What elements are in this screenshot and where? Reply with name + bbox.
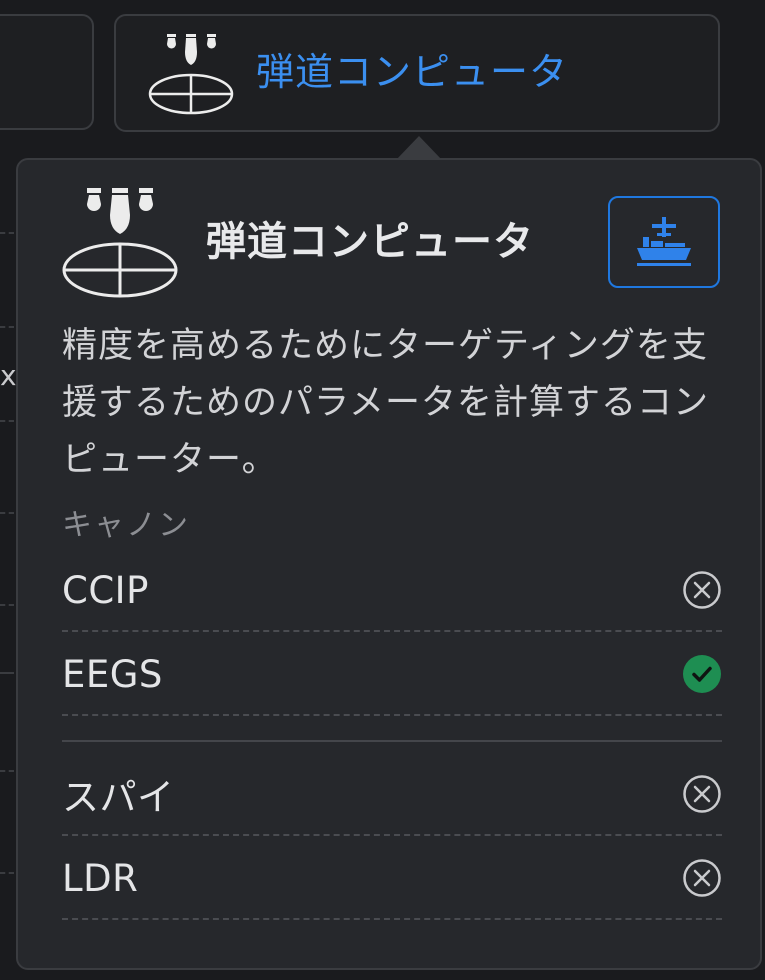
popover-title: 弾道コンピュータ <box>206 219 534 265</box>
item-name: スパイ <box>62 776 175 819</box>
item-divider <box>62 918 722 920</box>
popover-description: 精度を高めるためにターゲティングを支援するためのパラメータを計算するコンピュータ… <box>62 326 709 480</box>
module-popover: 弾道コンピュータ 精度を高めるためにターゲティングを支援するためのパラメータを計… <box>16 158 762 970</box>
ballistic-computer-icon <box>62 188 178 298</box>
popover-arrow <box>396 136 442 160</box>
list-item-spy: スパイ <box>62 752 722 836</box>
group-divider <box>62 740 722 742</box>
item-name: CCIP <box>62 568 149 612</box>
aircraft-carrier-icon <box>637 217 691 266</box>
previous-item-card[interactable] <box>0 14 94 130</box>
section-label: キャノン <box>62 508 190 543</box>
background-divider <box>0 770 14 772</box>
unavailable-icon <box>683 859 721 897</box>
vehicle-type-button[interactable] <box>608 196 720 288</box>
card-title: 弾道コンピュータ <box>256 50 569 94</box>
item-name: EEGS <box>62 652 163 696</box>
item-name: LDR <box>62 856 139 900</box>
list-item-ccip: CCIP <box>62 548 722 632</box>
list-item-eegs: EEGS <box>62 632 722 716</box>
item-divider <box>62 714 722 716</box>
unavailable-icon <box>683 571 721 609</box>
ballistic-computer-card[interactable]: 弾道コンピュータ <box>114 14 720 132</box>
unavailable-icon <box>683 775 721 813</box>
background-divider <box>0 604 14 606</box>
background-divider <box>0 326 14 328</box>
ballistic-computer-icon <box>148 34 234 115</box>
check-circle-icon <box>683 655 721 693</box>
background-text: x <box>0 359 17 392</box>
background-divider <box>0 232 14 234</box>
background-divider <box>0 420 14 422</box>
background-divider <box>0 512 14 514</box>
background-divider <box>0 672 14 674</box>
list-item-ldr: LDR <box>62 836 722 920</box>
background-divider <box>0 872 14 874</box>
